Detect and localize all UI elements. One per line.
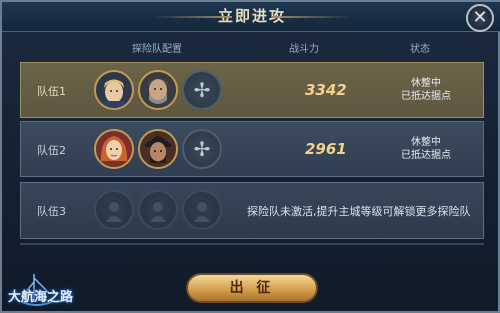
column-header: 探险队配置 战斗力 状态 — [2, 40, 500, 56]
person-silhouette-icon — [106, 201, 122, 222]
locked-team-message: 探险队未激活,提升主城等级可解锁更多探险队 — [247, 205, 471, 218]
team-row-2[interactable]: 队伍2 ✢ 2961 休整中 已抵达据点 — [20, 121, 484, 177]
hero-portrait-icon — [96, 72, 132, 108]
status-line-1: 休整中 — [411, 137, 441, 148]
column-power: 战斗力 — [289, 44, 319, 55]
empty-hero-slot[interactable]: ✢ — [182, 70, 222, 110]
dialog-title-bar: 立即进攻 — [2, 2, 500, 32]
title-ornament-left — [152, 16, 232, 18]
power-cell: 2961 — [279, 122, 369, 178]
close-button[interactable]: ✕ — [466, 4, 494, 32]
list-bottom-divider — [20, 243, 484, 245]
hero-portrait-icon — [140, 131, 176, 167]
status-line-2: 已抵达据点 — [401, 91, 451, 102]
column-status: 状态 — [410, 44, 430, 55]
person-silhouette-icon — [150, 201, 166, 222]
add-hero-icon: ✢ — [193, 78, 211, 102]
hero-avatar-red-hair-woman[interactable] — [94, 129, 134, 169]
column-team-config: 探险队配置 — [132, 44, 182, 55]
hero-portrait-icon — [140, 72, 176, 108]
deploy-button[interactable]: 出 征 — [186, 273, 318, 303]
hero-portrait-icon — [96, 131, 132, 167]
logo-text: 大航海之路 — [8, 290, 74, 305]
team-row-1[interactable]: 队伍1 ✢ 3342 休整中 已抵达据点 — [20, 62, 484, 118]
team-status: 休整中 已抵达据点 — [371, 136, 481, 162]
close-icon: ✕ — [472, 7, 488, 28]
empty-hero-slot[interactable]: ✢ — [182, 129, 222, 169]
attack-dialog: 立即进攻 ✕ 探险队配置 战斗力 状态 队伍1 ✢ 3342 休整中 已抵达据点… — [0, 0, 500, 313]
hero-avatar-bearded-sailor[interactable] — [138, 70, 178, 110]
status-line-1: 休整中 — [411, 78, 441, 89]
locked-hero-slot — [182, 190, 222, 230]
team-label: 队伍2 — [37, 144, 66, 157]
title-ornament-right — [272, 16, 352, 18]
team-status: 休整中 已抵达据点 — [371, 77, 481, 103]
team-label: 队伍3 — [37, 205, 66, 218]
add-hero-icon: ✢ — [193, 137, 211, 161]
status-line-2: 已抵达据点 — [401, 150, 451, 161]
locked-hero-slot — [138, 190, 178, 230]
hero-avatar-blonde-officer[interactable] — [94, 70, 134, 110]
team-label: 队伍1 — [37, 85, 66, 98]
person-silhouette-icon — [194, 201, 210, 222]
locked-hero-slot — [94, 190, 134, 230]
team-row-3: 队伍3 探险队未激活,提升主城等级可解锁更多探险队 — [20, 182, 484, 239]
game-logo: 大航海之路 — [4, 272, 122, 312]
power-cell: 3342 — [279, 63, 369, 119]
hero-avatar-pirate[interactable] — [138, 129, 178, 169]
